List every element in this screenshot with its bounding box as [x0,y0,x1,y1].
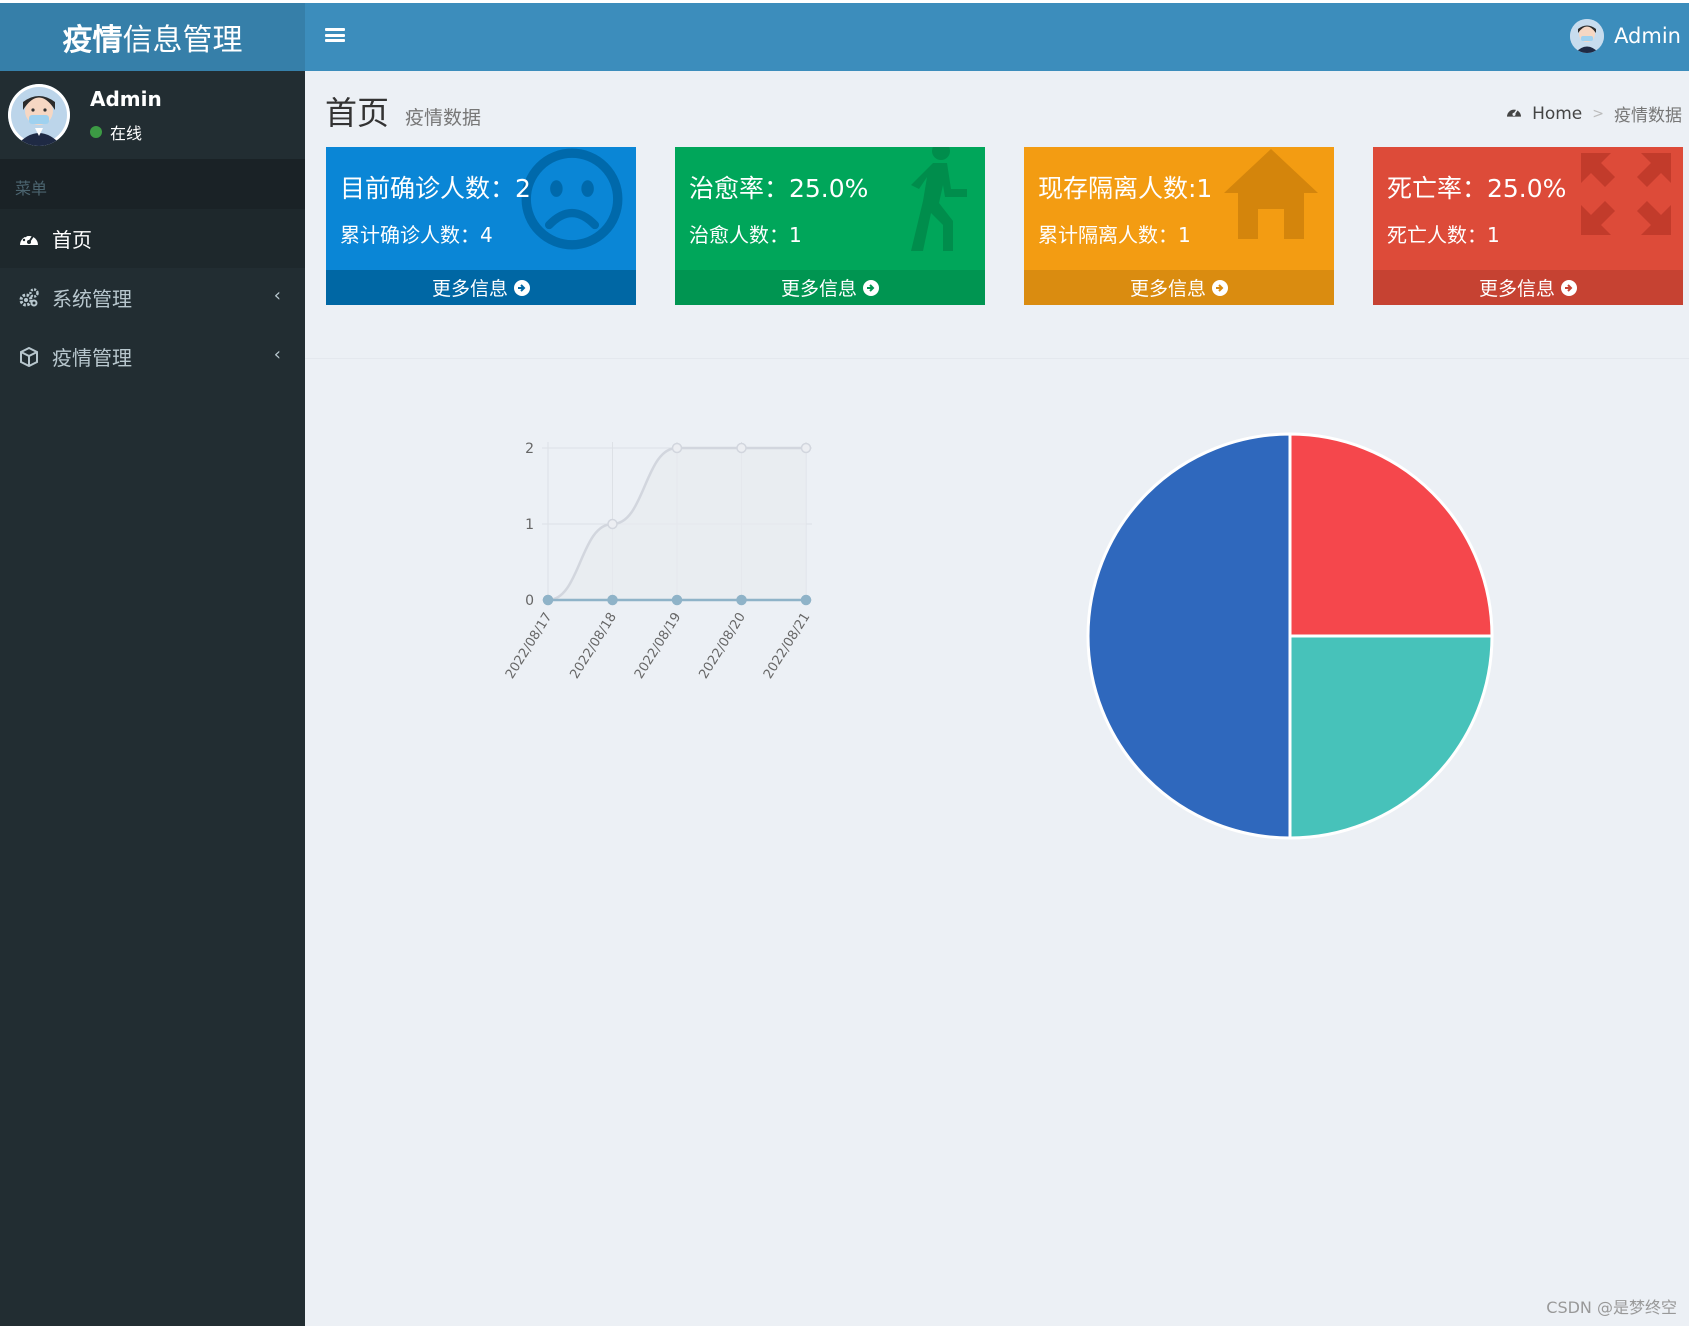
data-point [736,594,747,606]
stat-box-isolation: 现存隔离人数:1 累计隔离人数：1 更多信息 [1024,147,1334,305]
data-point [800,594,812,606]
stat-box-confirmed: 目前确诊人数：2 累计确诊人数：4 更多信息 [326,147,636,305]
box-title: 治愈率：25.0% [689,174,869,203]
user-status: 在线 [90,120,142,144]
dashboard-icon [1506,104,1522,124]
more-info-label: 更多信息 [780,278,857,300]
more-info-link[interactable]: 更多信息 [326,270,636,305]
more-info-label: 更多信息 [1129,278,1206,300]
line-chart: 0122022/08/17 2022/08/18 2022/08/19 2022/08… [503,441,813,682]
breadcrumb-current: 疫情数据 [1614,106,1682,126]
box-detail: 治愈人数：1 [689,223,802,247]
chevron-left-icon: ‹ [273,285,281,306]
sidebar-toggle-icon[interactable] [325,25,345,45]
stat-box-cure-rate: 治愈率：25.0% 治愈人数：1 更多信息 [675,147,985,305]
x-tick-label: 2022/08/17 [503,610,555,681]
sidebar-item-label: 系统管理 [52,287,132,311]
avatar [1570,19,1605,53]
arrow-circle-right-icon [514,279,530,296]
data-point [542,594,554,606]
sidebar-item-epidemic[interactable]: 疫情管理 ‹ [0,327,305,386]
page-title: 首页 疫情数据 [325,88,481,134]
more-info-link[interactable]: 更多信息 [1024,270,1334,305]
y-tick-label: 1 [525,517,534,533]
gears-icon [18,287,40,309]
sidebar-item-home[interactable]: 首页 [0,209,305,268]
more-info-label: 更多信息 [431,278,508,300]
arrow-circle-right-icon [1212,279,1228,296]
sidebar-item-system[interactable]: 系统管理 ‹ [0,268,305,327]
data-point [607,518,618,530]
more-info-label: 更多信息 [1478,278,1555,300]
app-logo[interactable]: 疫情 信息管理 [0,0,305,71]
status-text: 在线 [110,124,143,143]
user-panel: Admin 在线 [0,71,305,159]
more-info-link[interactable]: 更多信息 [1373,270,1683,305]
data-point [607,594,618,606]
pie-slice [1288,432,1494,638]
logo-text: 信息管理 [122,23,243,58]
breadcrumb-separator: > [1592,105,1604,122]
box-title: 死亡率：25.0% [1387,174,1567,203]
user-name: Admin [1614,24,1681,48]
user-menu[interactable]: Admin [1570,19,1681,53]
pie-slice [1086,432,1292,840]
y-tick-label: 2 [525,441,534,457]
data-point [671,442,683,454]
y-tick-label: 0 [525,593,534,609]
x-tick-label: 2022/08/21 [761,610,813,681]
top-navbar: Admin [305,0,1689,71]
chevron-left-icon: ‹ [273,344,281,365]
box-title: 目前确诊人数：2 [340,174,531,203]
x-tick-label: 2022/08/20 [696,610,748,681]
online-dot-icon [90,126,102,138]
x-tick-label: 2022/08/18 [567,610,619,681]
box-detail: 累计隔离人数：1 [1038,223,1191,247]
box-detail: 累计确诊人数：4 [340,223,493,247]
box-detail: 死亡人数：1 [1387,223,1500,247]
arrow-circle-right-icon [1561,279,1577,296]
pie-slice [1288,634,1494,840]
box-title: 现存隔离人数:1 [1038,174,1213,203]
data-point [800,442,812,454]
pie-chart [1086,432,1494,840]
breadcrumb: Home > 疫情数据 [1506,101,1682,126]
section-divider [305,358,1689,359]
sidebar-item-label: 疫情管理 [52,346,132,370]
more-info-link[interactable]: 更多信息 [675,270,985,305]
cube-icon [18,346,40,368]
page-subtitle: 疫情数据 [405,107,482,129]
x-tick-label: 2022/08/19 [632,610,684,681]
watermark: CSDN @是梦终空 [1546,1298,1677,1317]
sidebar-item-label: 首页 [52,228,92,252]
menu-header: 菜单 [0,159,305,209]
breadcrumb-home-link[interactable]: Home [1532,104,1582,124]
sidebar: Admin 在线 菜单 首页 系统管理 ‹ 疫情管理 ‹ [0,71,305,1326]
data-point [736,442,747,454]
data-point [671,594,683,606]
arrow-circle-right-icon [863,279,879,296]
page-title-text: 首页 [325,94,390,132]
avatar [8,84,70,146]
dashboard-icon [18,228,40,250]
stat-box-death-rate: 死亡率：25.0% 死亡人数：1 更多信息 [1373,147,1683,305]
logo-bold-text: 疫情 [62,23,123,58]
user-name: Admin [90,87,162,111]
